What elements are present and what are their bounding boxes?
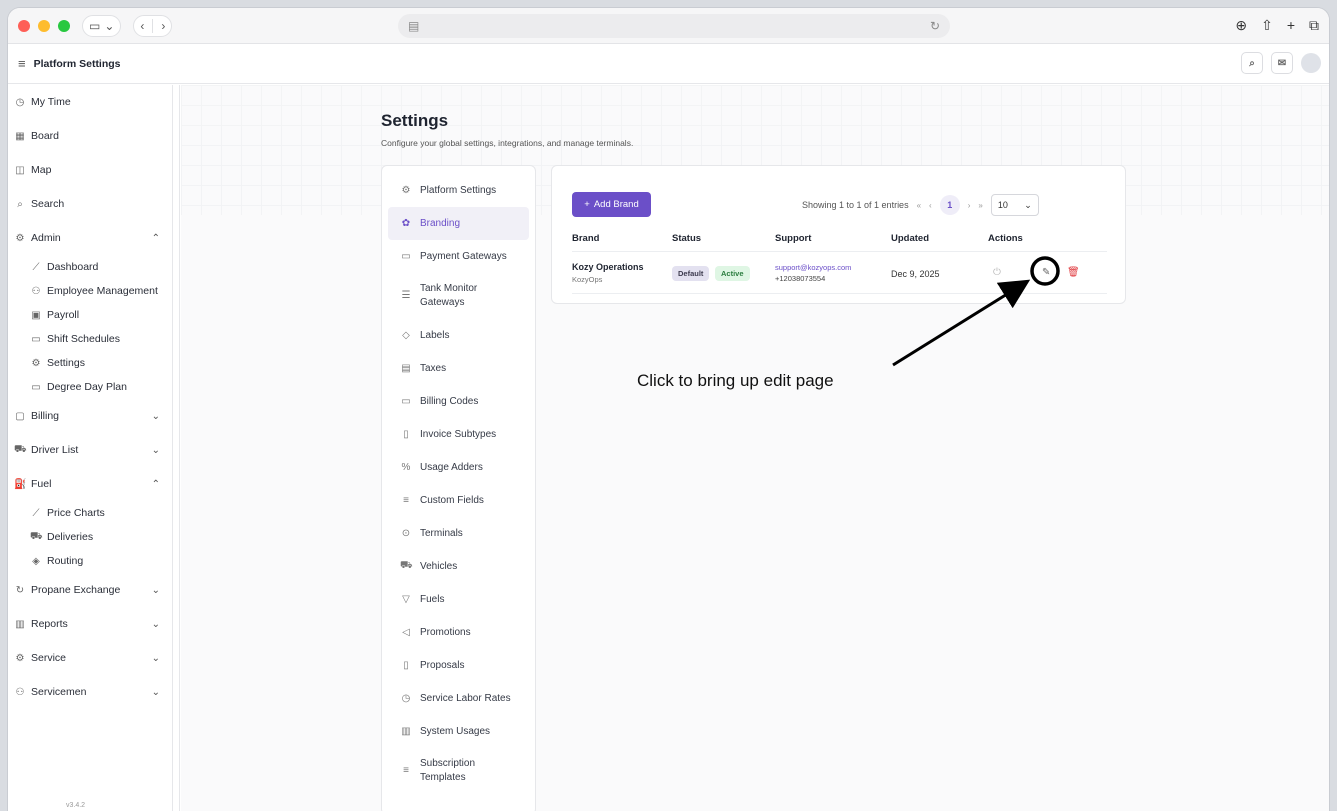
browser-window: ▭ ⌄ ‹ › ▤ ↻ ⊕ ⇧ + ⧉ ≡ Platform Settings … bbox=[8, 8, 1329, 811]
highlight-circle bbox=[1030, 256, 1060, 286]
pointer-arrow bbox=[892, 279, 1031, 367]
annotation-arrow bbox=[892, 256, 1060, 367]
